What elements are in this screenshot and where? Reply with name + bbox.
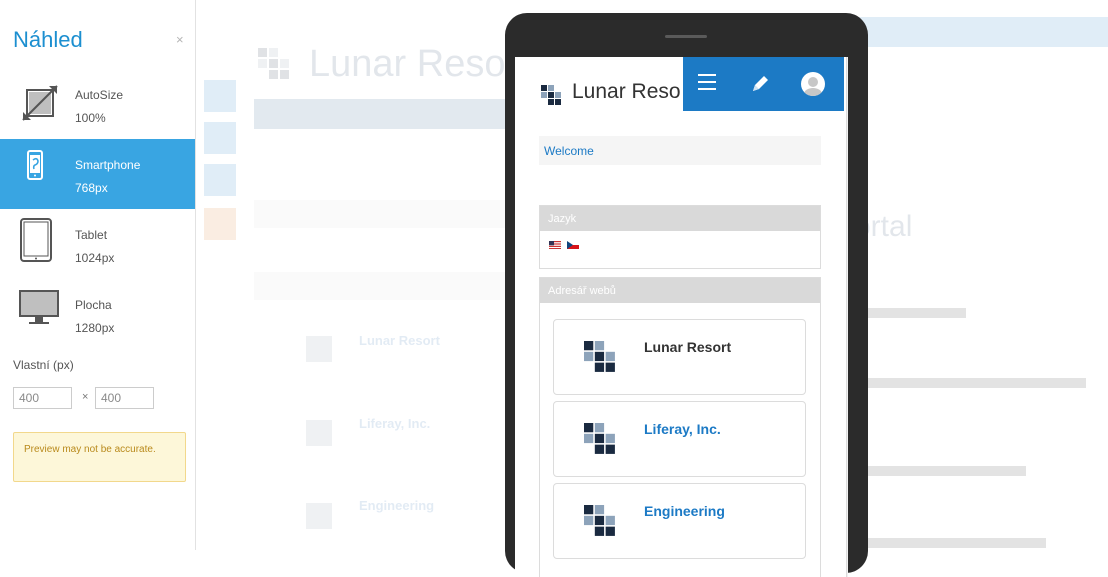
phone-frame: Lunar Reso ▲ ≡ Welcome Jazyk	[505, 13, 868, 577]
preview-panel: Náhled × AutoSize 100% Smartphone 768px	[0, 0, 196, 550]
background-rail-icon	[204, 122, 236, 154]
language-panel-title: Jazyk	[540, 206, 820, 231]
preview-panel-title: Náhled	[13, 27, 83, 52]
menu-icon[interactable]	[698, 74, 716, 95]
phone-screen: Lunar Reso ▲ ≡ Welcome Jazyk	[515, 57, 848, 577]
device-name: Tablet	[75, 228, 108, 242]
device-size: 768px	[75, 181, 108, 195]
site-card[interactable]: Lunar Resort	[553, 319, 806, 395]
background-site-link: Engineering	[359, 498, 435, 513]
custom-width-input[interactable]	[13, 387, 72, 409]
device-size: 1280px	[75, 321, 115, 335]
background-site-thumb	[306, 336, 332, 362]
custom-height-input[interactable]	[95, 387, 154, 409]
welcome-link[interactable]: Welcome	[544, 144, 594, 158]
site-name[interactable]: Engineering	[644, 503, 725, 519]
desktop-icon	[19, 290, 59, 324]
site-card[interactable]: Engineering	[553, 483, 806, 559]
device-label: Smartphone 768px	[75, 154, 140, 200]
device-label: Plocha 1280px	[75, 294, 114, 340]
close-icon[interactable]: ×	[176, 32, 184, 47]
czech-flag-icon[interactable]	[567, 241, 580, 249]
background-text-line	[856, 378, 1086, 388]
site-thumbnail-icon	[584, 341, 615, 372]
language-flags	[549, 241, 581, 259]
site-title[interactable]: Lunar Reso	[572, 80, 681, 104]
size-separator: ×	[82, 391, 89, 403]
site-directory-panel: Adresář webů Lunar Resort Liferay, Inc. …	[539, 277, 821, 577]
site-name[interactable]: Liferay, Inc.	[644, 421, 721, 437]
device-smartphone[interactable]: Smartphone 768px	[0, 139, 195, 209]
site-thumbnail-icon	[584, 505, 615, 536]
device-label: AutoSize 100%	[75, 84, 123, 130]
background-site-thumb	[306, 420, 332, 446]
background-site-link: Lunar Resort	[359, 333, 440, 348]
background-rail-icon	[204, 80, 236, 112]
background-text-line	[856, 308, 966, 318]
device-size: 100%	[75, 111, 106, 125]
device-name: Smartphone	[75, 158, 141, 172]
background-text-line	[856, 466, 1026, 476]
user-avatar-icon[interactable]	[801, 72, 825, 96]
site-directory-title: Adresář webů	[540, 278, 820, 303]
background-text-line	[856, 538, 1046, 548]
user-silhouette	[804, 77, 822, 96]
background-site-title: Lunar Resort	[309, 43, 529, 85]
background-site-logo	[258, 48, 289, 79]
device-desktop[interactable]: Plocha 1280px	[0, 279, 195, 349]
background-site-thumb	[306, 503, 332, 529]
us-flag-icon[interactable]	[549, 241, 561, 249]
phone-speaker	[665, 35, 707, 38]
device-size: 1024px	[75, 251, 115, 265]
tablet-icon	[20, 218, 52, 262]
site-logo-icon	[541, 85, 561, 105]
scrollbar[interactable]: ▲ ≡	[846, 57, 848, 577]
device-autosize[interactable]: AutoSize 100%	[0, 69, 195, 139]
custom-size-label: Vlastní (px)	[13, 358, 74, 372]
site-thumbnail-icon	[584, 423, 615, 454]
site-name[interactable]: Lunar Resort	[644, 339, 731, 355]
welcome-bar: Welcome	[539, 136, 821, 165]
device-tablet[interactable]: Tablet 1024px	[0, 209, 195, 279]
device-name: AutoSize	[75, 88, 124, 102]
background-rail-icon	[204, 164, 236, 196]
autosize-icon	[22, 85, 58, 121]
site-card[interactable]: Liferay, Inc.	[553, 401, 806, 477]
preview-warning: Preview may not be accurate.	[13, 432, 186, 482]
device-label: Tablet 1024px	[75, 224, 114, 270]
background-rail-icon	[204, 208, 236, 240]
mobile-dockbar	[683, 57, 844, 111]
background-dockbar	[826, 17, 1108, 47]
smartphone-icon	[27, 150, 43, 180]
device-name: Plocha	[75, 298, 112, 312]
language-panel: Jazyk	[539, 205, 821, 269]
pencil-icon[interactable]	[749, 73, 771, 95]
background-site-link: Liferay, Inc.	[359, 416, 431, 431]
